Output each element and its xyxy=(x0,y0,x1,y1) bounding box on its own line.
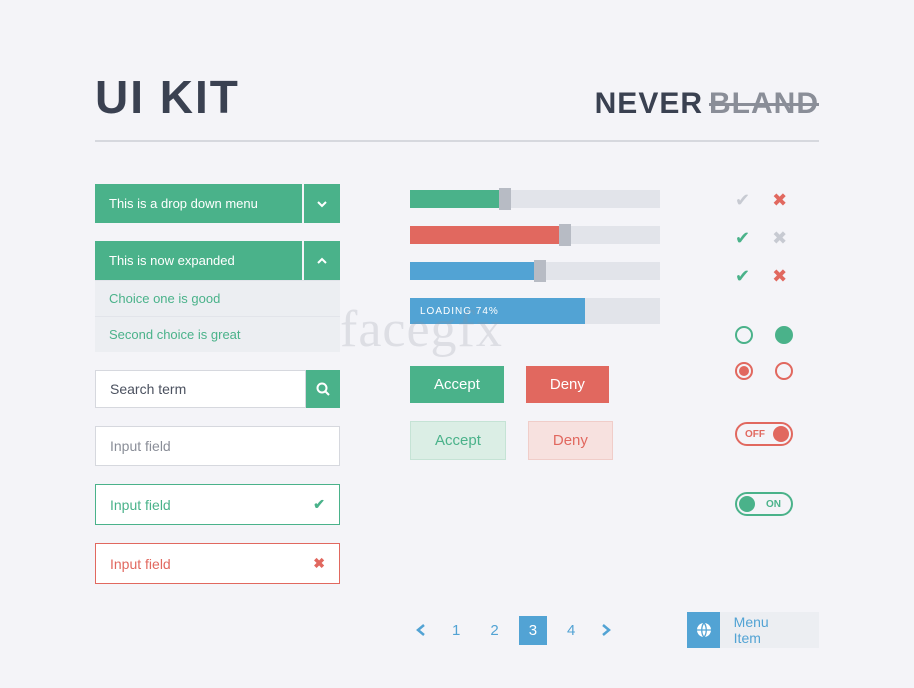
accept-button[interactable]: Accept xyxy=(410,366,504,403)
menu-item-label: Menu Item xyxy=(720,614,819,646)
slider-handle[interactable] xyxy=(499,188,511,210)
progress-label: LOADING 74% xyxy=(420,306,499,317)
pager-page[interactable]: 4 xyxy=(557,616,585,645)
accept-button-ghost[interactable]: Accept xyxy=(410,421,506,460)
menu-item-chip[interactable]: Menu Item xyxy=(687,612,819,648)
slider-blue[interactable] xyxy=(410,262,660,280)
pager-prev-icon[interactable] xyxy=(410,618,432,642)
slider-handle[interactable] xyxy=(559,224,571,246)
dropdown-open-label: This is now expanded xyxy=(95,241,302,280)
brand-word-a: NEVER xyxy=(595,87,703,121)
input-error-text: Input field xyxy=(110,556,171,572)
dropdown-open-header[interactable]: This is now expanded xyxy=(95,241,340,280)
input-plain[interactable]: Input field xyxy=(95,426,340,466)
search-input[interactable] xyxy=(95,370,306,408)
toggle-on[interactable]: ON xyxy=(735,492,793,516)
deny-button[interactable]: Deny xyxy=(526,366,609,403)
brand-word-b: BLAND xyxy=(709,87,819,121)
search-bar xyxy=(95,370,340,408)
input-valid[interactable]: Input field ✔ xyxy=(95,484,340,525)
pager-next-icon[interactable] xyxy=(595,618,617,642)
dropdown-expanded: This is now expanded Choice one is good … xyxy=(95,241,340,352)
check-icon: ✔ xyxy=(313,496,325,513)
slider-handle[interactable] xyxy=(534,260,546,282)
cross-icon: ✖ xyxy=(313,555,325,572)
toggle-knob xyxy=(773,426,789,442)
dropdown-option[interactable]: Second choice is great xyxy=(95,316,340,352)
header: UI KIT NEVER BLAND xyxy=(95,70,819,142)
input-valid-text: Input field xyxy=(110,497,171,513)
brand-logo: NEVER BLAND xyxy=(595,87,819,121)
dropdown-closed[interactable]: This is a drop down menu xyxy=(95,184,340,223)
dropdown-closed-label: This is a drop down menu xyxy=(95,184,302,223)
check-icon[interactable]: ✔ xyxy=(735,228,750,249)
radio-selected[interactable] xyxy=(775,326,793,344)
slider-green[interactable] xyxy=(410,190,660,208)
cross-icon[interactable]: ✖ xyxy=(772,266,787,287)
toggle-off[interactable]: OFF xyxy=(735,422,793,446)
chevron-up-icon[interactable] xyxy=(304,241,340,280)
toggle-on-label: ON xyxy=(766,499,781,510)
globe-icon xyxy=(687,612,719,648)
pager-page[interactable]: 2 xyxy=(480,616,508,645)
deny-button-ghost[interactable]: Deny xyxy=(528,421,613,460)
chevron-down-icon[interactable] xyxy=(304,184,340,223)
progress-bar: LOADING 74% xyxy=(410,298,660,324)
radio-unselected-red[interactable] xyxy=(775,362,793,380)
check-icon[interactable]: ✔ xyxy=(735,190,750,211)
pager-page[interactable]: 1 xyxy=(442,616,470,645)
cross-icon[interactable]: ✖ xyxy=(772,228,787,249)
dropdown-option[interactable]: Choice one is good xyxy=(95,280,340,316)
page-title: UI KIT xyxy=(95,70,240,124)
cross-icon[interactable]: ✖ xyxy=(772,190,787,211)
slider-red[interactable] xyxy=(410,226,660,244)
search-icon xyxy=(315,381,331,397)
radio-unselected[interactable] xyxy=(735,326,753,344)
search-button[interactable] xyxy=(306,370,340,408)
pager-page-active[interactable]: 3 xyxy=(519,616,547,645)
toggle-knob xyxy=(739,496,755,512)
radio-selected-red[interactable] xyxy=(735,362,753,380)
toggle-off-label: OFF xyxy=(745,429,765,440)
input-error[interactable]: Input field ✖ xyxy=(95,543,340,584)
check-icon[interactable]: ✔ xyxy=(735,266,750,287)
pagination: 1 2 3 4 xyxy=(410,616,617,645)
